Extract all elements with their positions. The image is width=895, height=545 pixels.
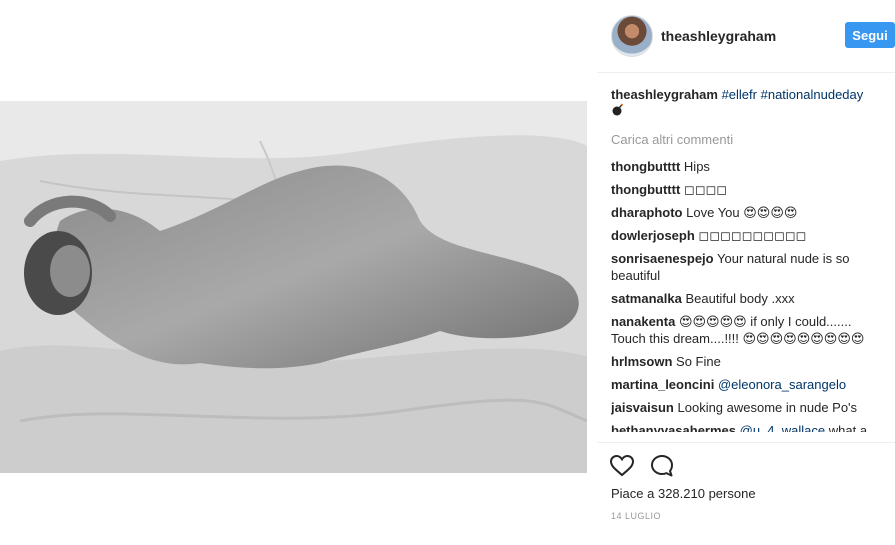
comment-item: dowlerjoseph ◻◻◻◻◻◻◻◻◻◻ (611, 227, 887, 244)
post-actions: Piace a 328.210 persone 14 LUGLIO (597, 442, 895, 545)
comment-item: dharaphoto Love You 😍😍😍😍 (611, 204, 887, 221)
comment-item: thongbutttt Hips (611, 158, 887, 175)
comment-text: So Fine (676, 354, 721, 369)
comment-username[interactable]: jaisvaisun (611, 400, 674, 415)
comment-item: hrlmsown So Fine (611, 353, 887, 370)
comment-username[interactable]: thongbutttt (611, 182, 680, 197)
comment-text: Hips (683, 159, 710, 174)
comment-item: sonrisaenespejo Your natural nude is so … (611, 250, 887, 284)
post-date[interactable]: 14 LUGLIO (611, 511, 661, 521)
follow-button[interactable]: Segui (845, 22, 895, 48)
avatar[interactable] (611, 15, 653, 57)
photo-image (0, 101, 587, 473)
comment-username[interactable]: sonrisaenespejo (611, 251, 714, 266)
comment-item: jaisvaisun Looking awesome in nude Po's (611, 399, 887, 416)
post-header: theashleygraham Segui (597, 0, 895, 73)
comment-username[interactable]: thongbutttt (611, 159, 680, 174)
comment-username[interactable]: satmanalka (611, 291, 682, 306)
comment-icon[interactable] (649, 453, 675, 479)
comment-item: nanakenta 😍😍😍😍😍 if only I could....... T… (611, 313, 887, 347)
comment-mention[interactable]: @u_4_wallace (740, 423, 825, 432)
comments-list: theashleygraham #ellefr #nationalnudeday… (611, 86, 887, 442)
comment-text: Love You 😍😍😍😍 (686, 205, 798, 220)
comment-username[interactable]: nanakenta (611, 314, 675, 329)
comment-username[interactable]: dharaphoto (611, 205, 683, 220)
comment-text: ◻◻◻◻◻◻◻◻◻◻ (698, 228, 807, 243)
comment-username[interactable]: hrlmsown (611, 354, 672, 369)
likes-count[interactable]: Piace a 328.210 persone (611, 486, 756, 501)
caption-username[interactable]: theashleygraham (611, 87, 718, 102)
comment-text: Looking awesome in nude Po's (677, 400, 858, 415)
comment-username[interactable]: martina_leoncini (611, 377, 714, 392)
comment-username[interactable]: dowlerjoseph (611, 228, 695, 243)
load-more-comments[interactable]: Carica altri commenti (611, 131, 887, 148)
comment-text: Beautiful body .xxx (685, 291, 795, 306)
post-sidebar: theashleygraham Segui theashleygraham #e… (597, 0, 895, 544)
caption: theashleygraham #ellefr #nationalnudeday (611, 86, 887, 119)
comment-item: thongbutttt ◻◻◻◻ (611, 181, 887, 198)
hashtag[interactable]: #ellefr (722, 87, 757, 102)
comment-text: ◻◻◻◻ (683, 182, 728, 197)
comment-item: satmanalka Beautiful body .xxx (611, 290, 887, 307)
hashtag[interactable]: #nationalnudeday (761, 87, 864, 102)
comment-username[interactable]: bethanyvasahermes (611, 423, 736, 432)
heart-icon[interactable] (609, 453, 635, 479)
bomb-icon (611, 103, 887, 119)
comment-mention[interactable]: @eleonora_sarangelo (718, 377, 846, 392)
comment-item: martina_leoncini @eleonora_sarangelo (611, 376, 887, 393)
comment-item: bethanyvasahermes @u_4_wallace what a (611, 422, 887, 432)
header-username[interactable]: theashleygraham (661, 28, 776, 44)
photo-pane (0, 0, 600, 544)
comment-text: what a (828, 423, 868, 432)
post-photo[interactable] (0, 101, 587, 473)
